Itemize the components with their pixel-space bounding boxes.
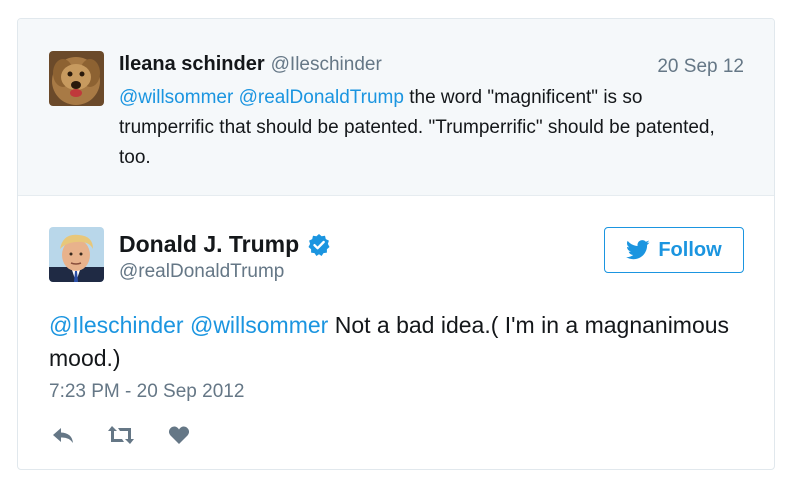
mention-link[interactable]: @willsommer [190, 312, 328, 338]
reply-icon [53, 428, 73, 443]
tweet-actions [49, 423, 223, 447]
retweet-button[interactable] [107, 423, 135, 447]
tweet-embed-card: Ileana schinder @Ileschinder 20 Sep 12 @w… [17, 18, 775, 470]
parent-tweet-text: @willsommer @realDonaldTrump the word "m… [119, 83, 719, 173]
mention-link[interactable]: @Ileschinder [49, 312, 184, 338]
parent-tweet: Ileana schinder @Ileschinder 20 Sep 12 @w… [18, 19, 774, 196]
author-handle[interactable]: @realDonaldTrump [119, 261, 284, 283]
follow-label: Follow [658, 238, 722, 261]
like-button[interactable] [165, 423, 193, 447]
mention-link[interactable]: @willsommer [119, 87, 233, 108]
parent-author[interactable]: Ileana schinder @Ileschinder [119, 53, 382, 76]
verified-badge-icon [308, 233, 330, 256]
parent-avatar[interactable] [49, 51, 104, 106]
author-name[interactable]: Donald J. Trump [119, 231, 299, 258]
tweet-text: @Ileschinder @willsommer Not a bad idea.… [49, 309, 749, 375]
retweet-icon [108, 426, 134, 444]
mention-link[interactable]: @realDonaldTrump [239, 87, 404, 108]
tweet-timestamp[interactable]: 7:23 PM - 20 Sep 2012 [49, 381, 244, 403]
parent-author-name[interactable]: Ileana schinder [119, 53, 265, 75]
author-avatar[interactable] [49, 227, 104, 282]
parent-date[interactable]: 20 Sep 12 [657, 56, 744, 78]
author-name-row[interactable]: Donald J. Trump [119, 231, 331, 258]
parent-author-handle[interactable]: @Ileschinder [271, 54, 382, 75]
follow-button[interactable]: Follow [604, 227, 744, 273]
reply-button[interactable] [49, 423, 77, 447]
twitter-bird-icon [626, 240, 650, 260]
like-heart-icon [168, 426, 190, 444]
